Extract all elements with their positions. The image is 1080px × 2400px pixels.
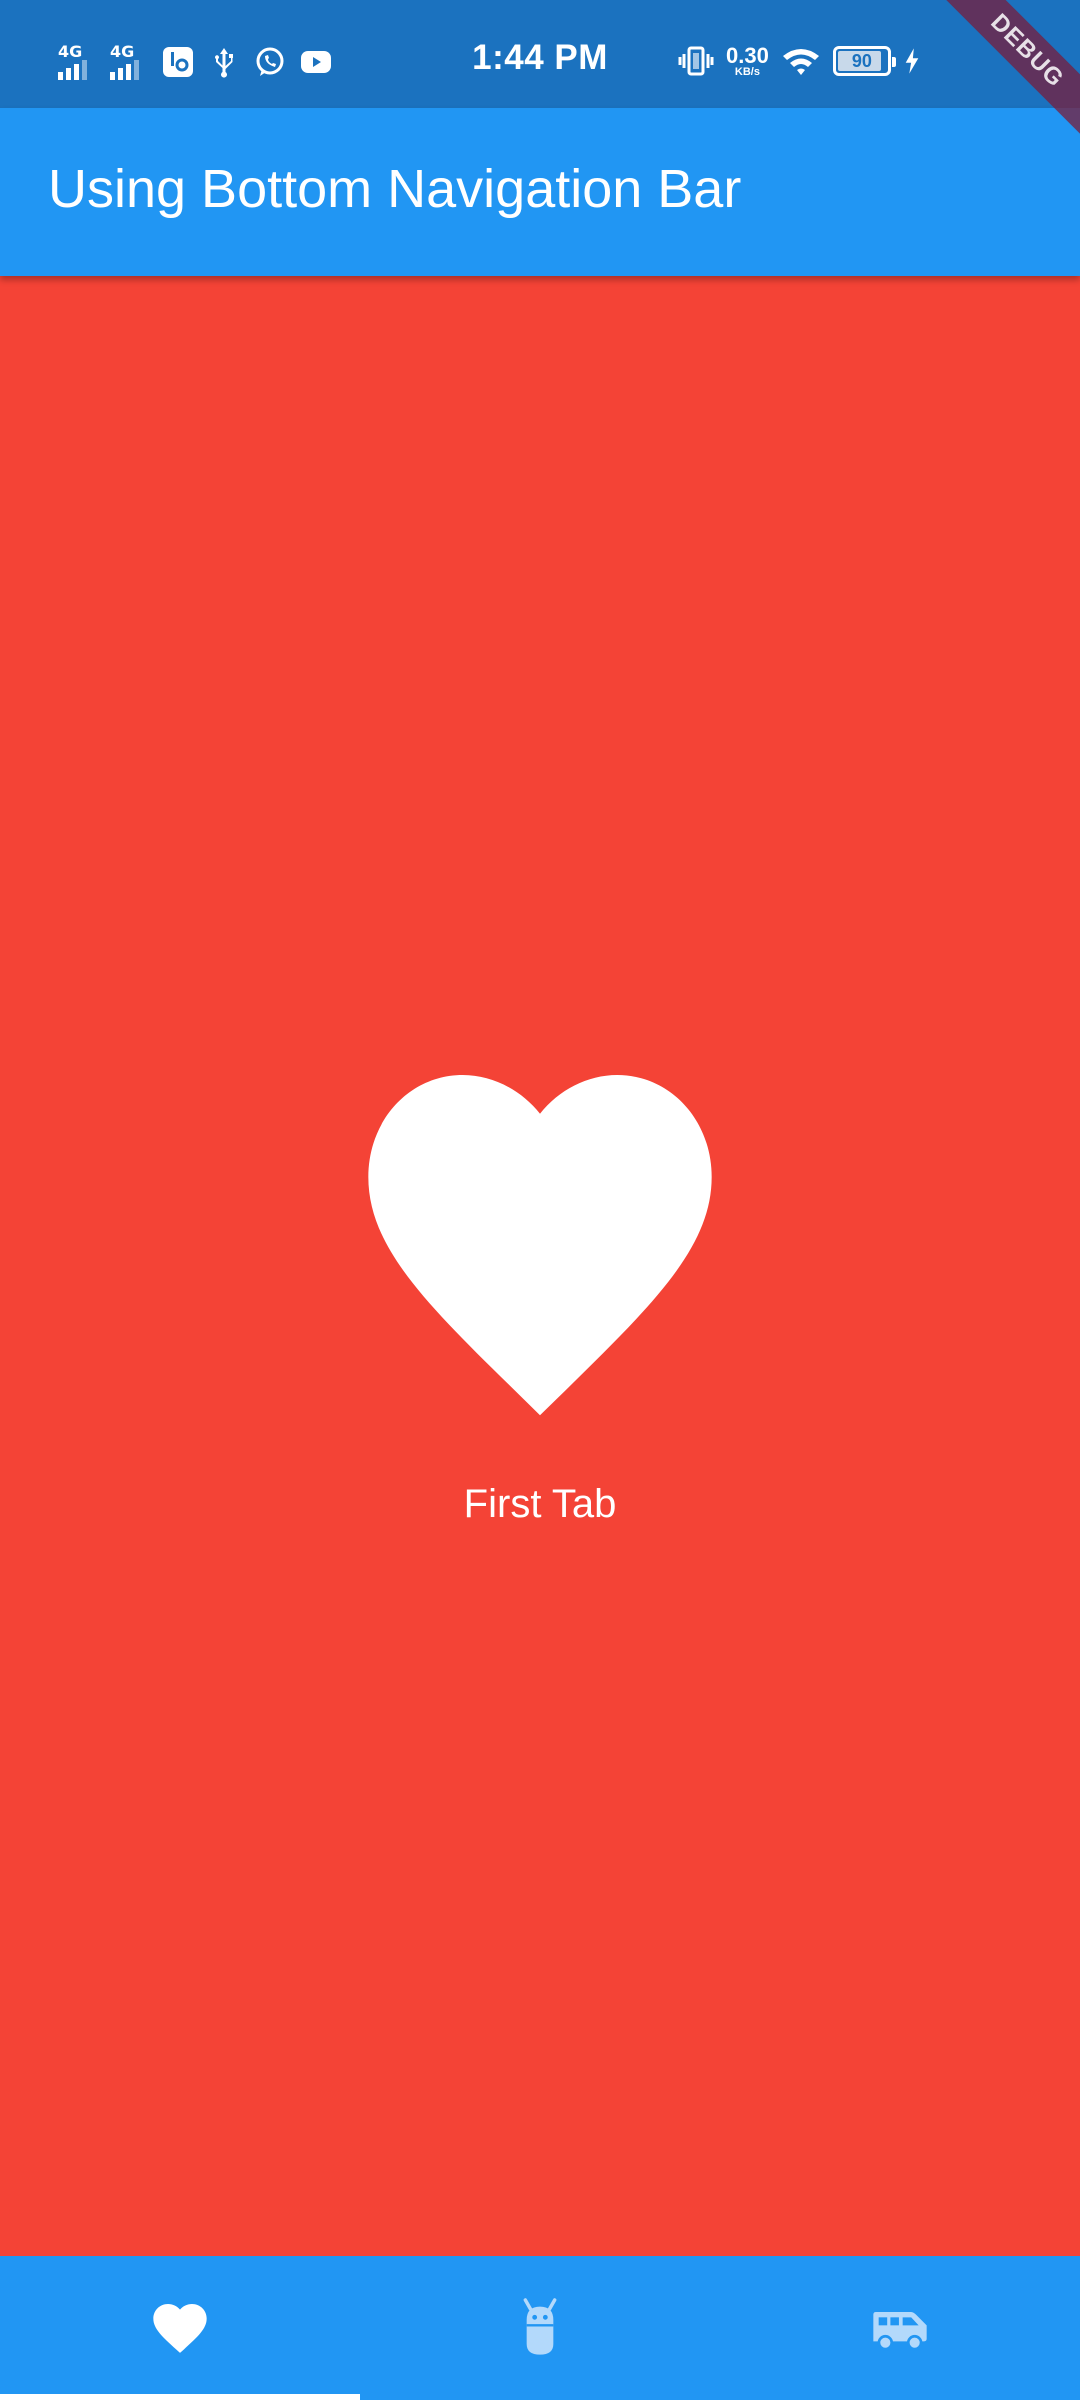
favorite-icon (153, 2304, 207, 2353)
wifi-icon (782, 49, 819, 75)
vibrate-icon (678, 46, 714, 76)
status-icons-right: 0.30 KB/s 90 (678, 36, 921, 86)
nav-item-android[interactable] (360, 2256, 720, 2400)
network-speed: 0.30 KB/s (726, 42, 769, 78)
nav-item-van[interactable] (720, 2256, 1080, 2400)
page-title: Using Bottom Navigation Bar (48, 159, 742, 219)
van-icon (873, 2312, 927, 2351)
selected-tab-indicator (0, 2394, 360, 2400)
battery-percent: 90 (851, 50, 872, 71)
status-bar: 4G 4G 1:44 PM 0.30 KB/s 90 (0, 0, 1080, 108)
android-icon (523, 2298, 557, 2355)
battery-icon: 90 (832, 46, 896, 76)
favorite-icon (368, 1075, 712, 1416)
nav-item-favorite[interactable] (0, 2256, 360, 2400)
network-speed-unit: KB/s (734, 65, 760, 78)
app-bar: Using Bottom Navigation Bar (0, 108, 1080, 276)
network-speed-value: 0.30 (726, 42, 769, 68)
tab-label: First Tab (463, 1482, 617, 1526)
bottom-navigation-bar (0, 2256, 1080, 2400)
charging-icon (905, 48, 919, 74)
tab-content: First Tab (0, 276, 1080, 2256)
